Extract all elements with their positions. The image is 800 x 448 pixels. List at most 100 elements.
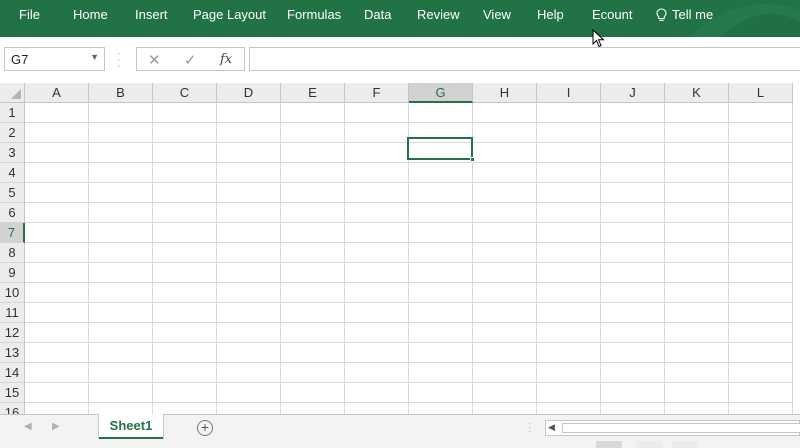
cell-E4[interactable] [281, 163, 345, 183]
cell-A5[interactable] [25, 183, 89, 203]
cell-D5[interactable] [217, 183, 281, 203]
column-header[interactable]: C [153, 83, 217, 103]
column-header[interactable]: D [217, 83, 281, 103]
cell-H1[interactable] [473, 103, 537, 123]
row-header[interactable]: 9 [0, 263, 25, 283]
cell-D4[interactable] [217, 163, 281, 183]
cell-I3[interactable] [537, 143, 601, 163]
cell-J10[interactable] [601, 283, 665, 303]
cell-I12[interactable] [537, 323, 601, 343]
cell-B1[interactable] [89, 103, 153, 123]
cell-E6[interactable] [281, 203, 345, 223]
cell-K15[interactable] [665, 383, 729, 403]
page-break-view-button[interactable] [672, 441, 698, 448]
row-header[interactable]: 6 [0, 203, 25, 223]
cell-I15[interactable] [537, 383, 601, 403]
cell-E13[interactable] [281, 343, 345, 363]
cell-L5[interactable] [729, 183, 793, 203]
cell-H13[interactable] [473, 343, 537, 363]
row-header-selected[interactable]: 7 [0, 223, 25, 243]
cell-K5[interactable] [665, 183, 729, 203]
cell-J1[interactable] [601, 103, 665, 123]
cell-J9[interactable] [601, 263, 665, 283]
row-header[interactable]: 10 [0, 283, 25, 303]
cell-K4[interactable] [665, 163, 729, 183]
cell-H7[interactable] [473, 223, 537, 243]
cell-A15[interactable] [25, 383, 89, 403]
column-header-selected[interactable]: G [409, 83, 473, 103]
cell-B12[interactable] [89, 323, 153, 343]
cell-C1[interactable] [153, 103, 217, 123]
cell-L3[interactable] [729, 143, 793, 163]
cell-I8[interactable] [537, 243, 601, 263]
cell-B5[interactable] [89, 183, 153, 203]
cell-J5[interactable] [601, 183, 665, 203]
cell-K12[interactable] [665, 323, 729, 343]
row-header[interactable]: 15 [0, 383, 25, 403]
cell-C4[interactable] [153, 163, 217, 183]
cell-B13[interactable] [89, 343, 153, 363]
cell-D8[interactable] [217, 243, 281, 263]
tab-split-handle[interactable]: · · · [528, 419, 531, 437]
scroll-left-icon[interactable]: ◀ [24, 421, 32, 432]
row-header[interactable]: 11 [0, 303, 25, 323]
cell-G3[interactable] [409, 143, 473, 163]
cell-K3[interactable] [665, 143, 729, 163]
cell-J6[interactable] [601, 203, 665, 223]
cell-G6[interactable] [409, 203, 473, 223]
cell-B8[interactable] [89, 243, 153, 263]
column-header[interactable]: I [537, 83, 601, 103]
cell-D12[interactable] [217, 323, 281, 343]
cell-F7[interactable] [345, 223, 409, 243]
cell-F3[interactable] [345, 143, 409, 163]
cell-F15[interactable] [345, 383, 409, 403]
cell-G13[interactable] [409, 343, 473, 363]
cell-K2[interactable] [665, 123, 729, 143]
tab-file[interactable]: File [19, 7, 40, 22]
cell-E12[interactable] [281, 323, 345, 343]
cell-A4[interactable] [25, 163, 89, 183]
cell-K10[interactable] [665, 283, 729, 303]
cell-G4[interactable] [409, 163, 473, 183]
cell-L7[interactable] [729, 223, 793, 243]
cell-B11[interactable] [89, 303, 153, 323]
cell-C11[interactable] [153, 303, 217, 323]
cell-H2[interactable] [473, 123, 537, 143]
cell-A11[interactable] [25, 303, 89, 323]
cell-B9[interactable] [89, 263, 153, 283]
cell-B4[interactable] [89, 163, 153, 183]
cell-G14[interactable] [409, 363, 473, 383]
cell-A13[interactable] [25, 343, 89, 363]
cell-H5[interactable] [473, 183, 537, 203]
cell-H3[interactable] [473, 143, 537, 163]
cell-I11[interactable] [537, 303, 601, 323]
cell-D14[interactable] [217, 363, 281, 383]
column-header[interactable]: B [89, 83, 153, 103]
resize-handle[interactable]: · · · [117, 47, 121, 71]
cell-J7[interactable] [601, 223, 665, 243]
cell-E7[interactable] [281, 223, 345, 243]
cell-E10[interactable] [281, 283, 345, 303]
cell-L1[interactable] [729, 103, 793, 123]
cell-G2[interactable] [409, 123, 473, 143]
cell-H11[interactable] [473, 303, 537, 323]
tell-me-search[interactable]: Tell me [656, 7, 713, 22]
cell-L10[interactable] [729, 283, 793, 303]
cell-L6[interactable] [729, 203, 793, 223]
cell-A1[interactable] [25, 103, 89, 123]
cell-F1[interactable] [345, 103, 409, 123]
cell-A3[interactable] [25, 143, 89, 163]
cell-J15[interactable] [601, 383, 665, 403]
cell-E8[interactable] [281, 243, 345, 263]
cell-L9[interactable] [729, 263, 793, 283]
cell-F4[interactable] [345, 163, 409, 183]
close-icon[interactable]: ✕ [148, 51, 161, 69]
name-box[interactable]: G7 ▼ [4, 47, 105, 71]
cell-E9[interactable] [281, 263, 345, 283]
cell-A9[interactable] [25, 263, 89, 283]
cell-J14[interactable] [601, 363, 665, 383]
cell-B14[interactable] [89, 363, 153, 383]
cell-F5[interactable] [345, 183, 409, 203]
cell-E14[interactable] [281, 363, 345, 383]
cell-D6[interactable] [217, 203, 281, 223]
